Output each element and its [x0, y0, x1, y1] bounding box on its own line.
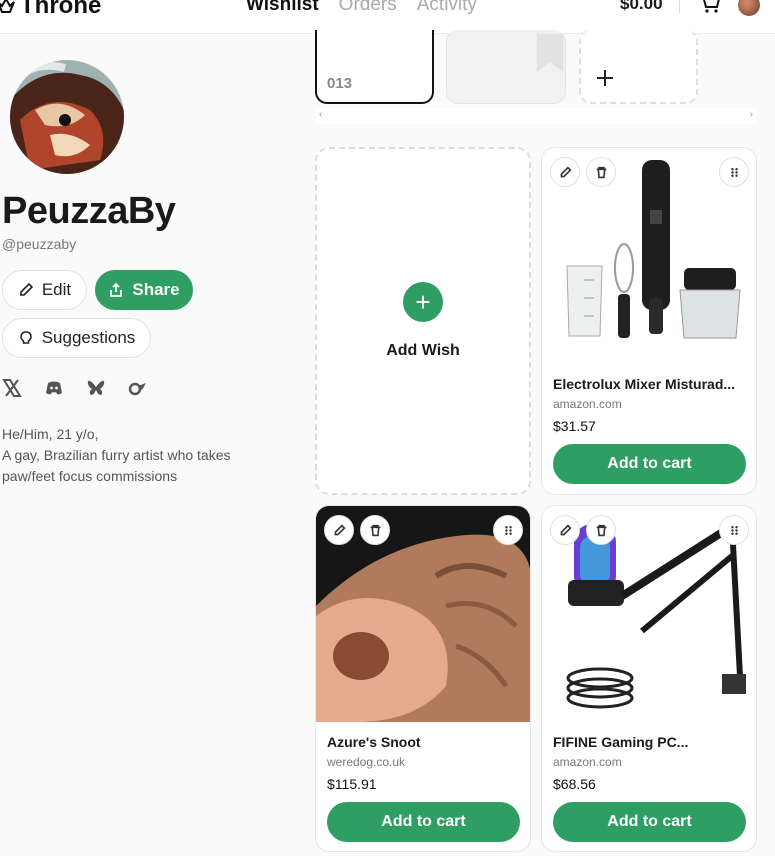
- wish-card[interactable]: Electrolux Mixer Misturad... amazon.com …: [541, 147, 757, 495]
- item-title[interactable]: FIFINE Gaming PC...: [553, 734, 688, 750]
- wish-card[interactable]: FIFINE Gaming PC... amazon.com $68.56 Ad…: [541, 505, 757, 852]
- delete-item-button[interactable]: [586, 157, 616, 187]
- plus-icon: [597, 70, 613, 86]
- brand-name: Throne: [20, 0, 102, 19]
- divider: [679, 0, 680, 14]
- add-to-cart-button[interactable]: Add to cart: [553, 802, 746, 842]
- plus-icon: +: [403, 282, 443, 322]
- drag-handle[interactable]: [493, 515, 523, 545]
- pencil-icon: [20, 282, 33, 296]
- edit-item-button[interactable]: [550, 157, 580, 187]
- grip-icon: [730, 167, 738, 177]
- strip-scrollbar[interactable]: ‹ ›: [316, 108, 756, 124]
- item-source: amazon.com: [553, 397, 622, 411]
- profile-avatar-image: [10, 60, 124, 174]
- main-nav: Wishlist Orders Activity: [246, 0, 477, 16]
- share-icon: [110, 282, 123, 297]
- balance-amount: $0.00: [620, 0, 663, 13]
- add-wish-label: Add Wish: [386, 342, 460, 359]
- grip-icon: [504, 525, 512, 535]
- chevron-right-icon[interactable]: ›: [750, 109, 753, 120]
- drag-handle[interactable]: [719, 157, 749, 187]
- bio-line: He/Him, 21 y/o,: [2, 426, 99, 442]
- item-price: $68.56: [553, 776, 596, 792]
- item-title[interactable]: Electrolux Mixer Misturad...: [553, 376, 735, 392]
- strip-item[interactable]: [446, 30, 566, 104]
- suggestions-label: Suggestions: [41, 328, 136, 347]
- grip-icon: [730, 525, 738, 535]
- bluesky-icon[interactable]: [86, 378, 106, 398]
- bio-line: A gay, Brazilian furry artist who takes: [2, 447, 231, 463]
- delete-item-button[interactable]: [586, 515, 616, 545]
- drag-handle[interactable]: [719, 515, 749, 545]
- add-to-cart-button[interactable]: Add to cart: [327, 802, 520, 842]
- strip-item-selected[interactable]: 013: [315, 30, 434, 104]
- discord-icon[interactable]: [44, 378, 64, 398]
- top-bar: Throne Wishlist Orders Activity $0.00: [0, 0, 775, 34]
- delete-item-button[interactable]: [360, 515, 390, 545]
- lightbulb-icon: [19, 331, 32, 344]
- x-icon[interactable]: [2, 378, 22, 398]
- balance[interactable]: $0.00: [620, 0, 663, 14]
- crown-icon: [0, 0, 15, 13]
- item-source: amazon.com: [553, 755, 622, 769]
- trash-icon: [596, 524, 606, 536]
- item-source: weredog.co.uk: [327, 755, 406, 769]
- profile-name: PeuzzaBy: [2, 190, 176, 232]
- tab-activity[interactable]: Activity: [417, 0, 477, 16]
- profile-bio: He/Him, 21 y/o, A gay, Brazilian furry a…: [2, 424, 272, 487]
- tab-orders[interactable]: Orders: [339, 0, 397, 16]
- add-to-cart-button[interactable]: Add to cart: [553, 444, 746, 484]
- add-wish-card[interactable]: + Add Wish: [315, 147, 531, 495]
- pencil-icon: [560, 523, 572, 535]
- social-links: [2, 378, 148, 398]
- pencil-icon: [334, 523, 346, 535]
- edit-item-button[interactable]: [550, 515, 580, 545]
- profile-avatar: [10, 60, 124, 174]
- strip-add-button[interactable]: [579, 30, 698, 104]
- trash-icon: [370, 524, 380, 536]
- edit-item-button[interactable]: [324, 515, 354, 545]
- share-button[interactable]: Share: [95, 270, 193, 310]
- share-label: Share: [132, 280, 180, 299]
- item-title[interactable]: Azure's Snoot: [327, 734, 421, 750]
- tab-wishlist[interactable]: Wishlist: [246, 0, 319, 16]
- chevron-left-icon[interactable]: ‹: [319, 109, 322, 120]
- edit-label: Edit: [41, 280, 72, 299]
- strip-item-label: 013: [327, 75, 353, 92]
- profile-handle: @peuzzaby: [2, 236, 77, 252]
- item-price: $115.91: [327, 776, 377, 792]
- item-price: $31.57: [553, 418, 596, 434]
- bio-line: paw/feet focus commissions: [2, 468, 178, 484]
- bookmark-icon: [537, 34, 563, 72]
- suggestions-button[interactable]: Suggestions: [2, 318, 151, 358]
- brand-logo[interactable]: Throne: [0, 0, 101, 20]
- user-avatar[interactable]: [738, 0, 760, 16]
- trash-icon: [596, 166, 606, 178]
- link-icon[interactable]: [128, 378, 148, 398]
- edit-button[interactable]: Edit: [2, 270, 87, 310]
- pencil-icon: [560, 165, 572, 177]
- wish-card[interactable]: Azure's Snoot weredog.co.uk $115.91 Add …: [315, 505, 531, 852]
- cart-icon[interactable]: [698, 0, 722, 14]
